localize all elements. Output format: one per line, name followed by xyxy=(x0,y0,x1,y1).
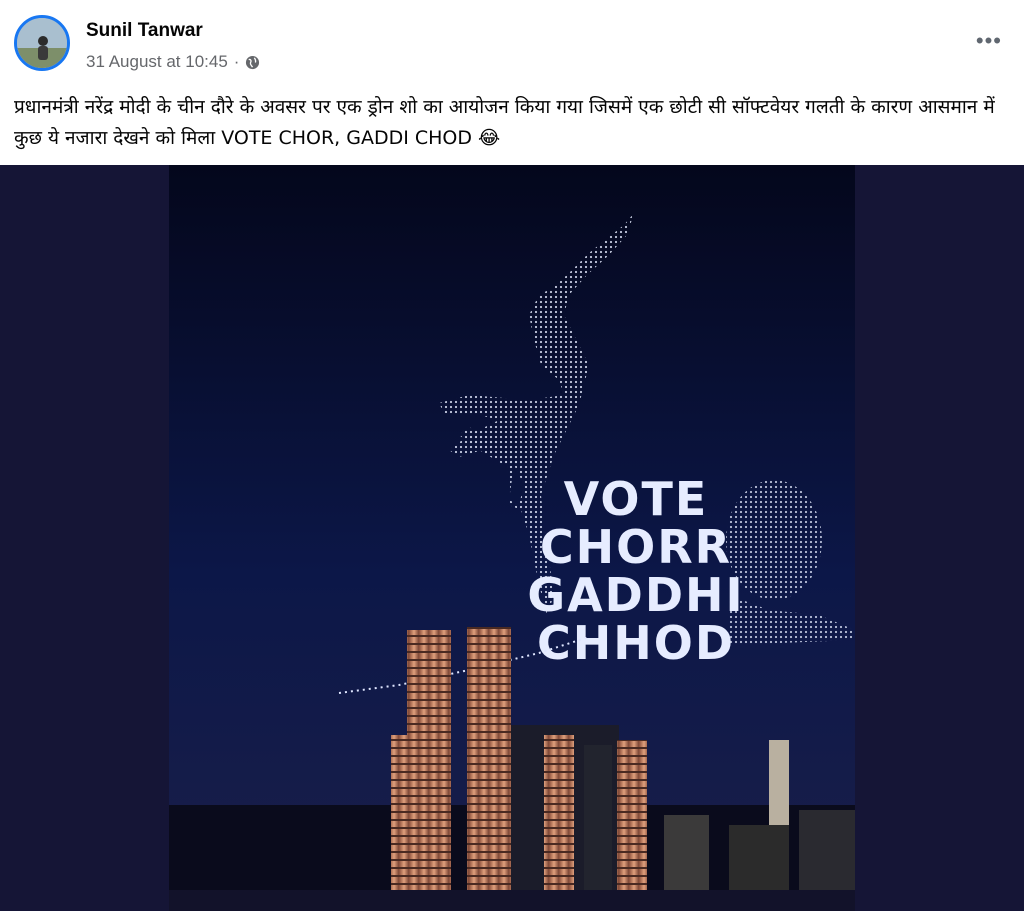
author-name[interactable]: Sunil Tanwar xyxy=(86,20,203,42)
post-header: Sunil Tanwar 31 August at 10:45 · ••• प्… xyxy=(0,0,1024,165)
post-caption: प्रधानमंत्री नरेंद्र मोदी के चीन दौरे के… xyxy=(14,96,995,149)
avatar-photo xyxy=(17,18,67,68)
post-timestamp[interactable]: 31 August at 10:45 xyxy=(86,52,228,72)
meta-separator: · xyxy=(233,52,240,71)
drone-text-line: CHHOD xyxy=(537,616,735,670)
more-horizontal-icon: ••• xyxy=(975,28,1002,53)
drone-text-line: GADDHI xyxy=(527,568,744,622)
more-options-button[interactable]: ••• xyxy=(976,28,1002,54)
globe-icon xyxy=(246,55,260,69)
drone-text-line: VOTE xyxy=(564,472,709,526)
post-meta: 31 August at 10:45 · xyxy=(86,52,260,72)
drone-text-line: CHORR xyxy=(540,520,732,574)
avatar[interactable] xyxy=(14,15,70,71)
post-media[interactable]: VOTE CHORR GADDHI CHHOD xyxy=(0,165,1024,911)
drone-show-photo[interactable]: VOTE CHORR GADDHI CHHOD xyxy=(169,165,855,911)
